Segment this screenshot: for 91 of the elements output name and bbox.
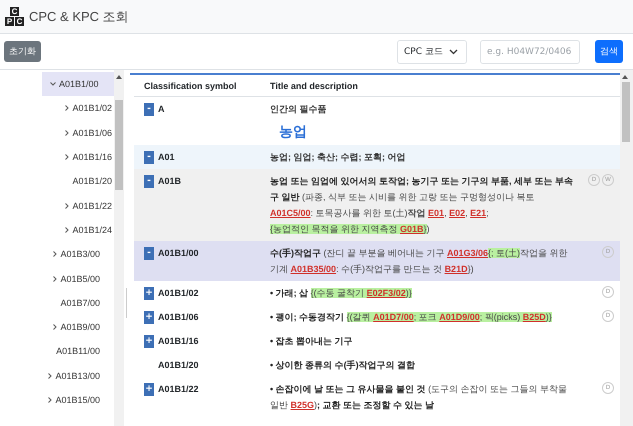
classification-symbol: A01B1/02 — [158, 287, 199, 300]
tree-item[interactable]: A01B3/00 — [0, 242, 114, 266]
toggle-button[interactable]: - — [144, 246, 154, 260]
table-row[interactable]: - A01 농업; 임업; 축산; 수렵; 포획; 어업 — [134, 145, 620, 169]
description-text: 농업; 임업; 축산; 수렵; 포획; 어업 — [270, 151, 406, 164]
tree-item[interactable]: A01B1/20 — [0, 169, 114, 194]
classification-symbol: A01 — [158, 151, 175, 164]
description-text: • 가래; 삽 {(수동 굴착기 E02F3/02)} — [270, 287, 413, 300]
tree-item[interactable]: A01B5/00 — [0, 266, 114, 291]
toggle-button[interactable]: + — [144, 382, 154, 396]
chevron-down-icon — [50, 82, 56, 86]
tree-item[interactable]: A01B11/00 — [0, 339, 114, 364]
highlighted-note: ; 포크 — [414, 312, 440, 322]
highlighted-note: ; 픽(picks) — [480, 312, 523, 322]
chevron-right-icon — [65, 226, 70, 233]
description-text: • 상이한 종류의 수(手)작업구의 결합 — [270, 359, 416, 372]
table-row[interactable]: - A 인간의 필수품 — [134, 97, 620, 121]
tree-item[interactable]: A01B1/06 — [0, 120, 114, 145]
highlighted-note: } — [424, 224, 427, 234]
column-header: Title and description — [270, 80, 359, 90]
chevron-right-icon — [48, 372, 52, 379]
chevron-right-icon — [53, 251, 58, 258]
description-text: 인간의 필수품 — [270, 103, 328, 116]
tree-item[interactable]: A01B1/00 — [42, 72, 114, 96]
logo-letter-tile: P — [5, 17, 14, 26]
scrollbar[interactable] — [114, 70, 124, 426]
tree-item[interactable]: A01B1/24 — [0, 218, 114, 242]
toggle-button[interactable]: - — [144, 102, 154, 116]
tree-item[interactable]: A01B1/02 — [0, 96, 114, 121]
search-field[interactable]: e.g. H04W72/0406 — [480, 40, 580, 64]
reference-link[interactable]: E02F3/02 — [366, 288, 406, 298]
highlighted-note: {(수동 굴착기 — [310, 288, 367, 298]
reference-link[interactable]: B25D — [522, 312, 546, 322]
reference-link[interactable]: A01B35/00 — [290, 264, 336, 274]
logo-letter-tile: C — [15, 17, 24, 26]
reference-link[interactable]: E02 — [449, 208, 466, 218]
highlighted-note: {; 토(土) — [488, 248, 520, 258]
reset-button[interactable]: 초기화 — [4, 41, 41, 62]
toggle-button[interactable]: + — [144, 286, 154, 300]
column-header: Classification symbol — [144, 80, 238, 90]
classification-symbol: A01B1/22 — [158, 383, 199, 396]
classification-symbol: A01B1/16 — [158, 335, 199, 348]
scroll-up-arrow-icon[interactable] — [622, 75, 628, 79]
description-text: • 손잡이에 날 또는 그 유사물을 붙인 것 (도구의 손잡이 또는 그들의 부착물 일반 B25G); 교환 또는 조정할 수 있는 날 — [270, 383, 568, 412]
chevron-right-icon — [65, 154, 70, 160]
tree-item[interactable]: A01B1/16 — [0, 144, 114, 170]
tree-item[interactable]: A01B13/00 — [0, 364, 114, 388]
chevron-down-icon — [449, 48, 458, 54]
description-text: • 잡초 뽑아내는 기구 — [270, 335, 354, 348]
reference-link[interactable]: B25G — [290, 400, 314, 410]
scrollbar-thumb[interactable] — [622, 82, 630, 142]
chevron-right-icon — [65, 130, 70, 136]
scroll-up-arrow-icon[interactable] — [116, 75, 122, 79]
scrollbar-thumb[interactable] — [115, 100, 123, 190]
chevron-right-icon — [53, 276, 58, 282]
classification-symbol: A01B — [158, 175, 182, 188]
toggle-button[interactable]: - — [144, 174, 154, 188]
table-row[interactable]: + A01B1/16 • 잡초 뽑아내는 기구 — [134, 329, 620, 353]
tree-item[interactable]: A01B9/00 — [0, 314, 114, 340]
table-row[interactable]: A01B1/20 • 상이한 종류의 수(手)작업구의 결합 — [134, 353, 620, 377]
search-button[interactable]: 검색 — [595, 40, 623, 63]
reference-link[interactable]: E21 — [470, 208, 486, 218]
section-heading: 농업 — [279, 124, 307, 140]
reference-link[interactable]: A01C5/00 — [270, 208, 311, 218]
chevron-right-icon — [53, 324, 58, 330]
toggle-button[interactable]: + — [144, 334, 154, 348]
scrollbar[interactable] — [620, 70, 633, 426]
description-text: 수(手)작업구 (잔디 끝 부분을 베어내는 기구 A01G3/06{; 토(土)작업을 위한 기계 A01B35/00: 수(手)작업구를 만드는 것 B21D}) — [270, 247, 569, 276]
toggle-button[interactable]: + — [144, 310, 154, 324]
description-text: 농업 또는 임업에 있어서의 토작업; 농기구 또는 기구의 부품, 세부 또는 부속구 일반 (파종, 식부 또는 시비를 위한 고랑 또는 구멍형성이나 복토 A01C5/00: 토목공사를 위한 토(土)작업 E01, E02, E21; {농업적인 목적을 위한 지역측정 G01B}) — [270, 175, 574, 236]
app-title: CPC & KPC 조회 — [29, 8, 129, 26]
tree-item[interactable]: A01B15/00 — [0, 388, 114, 412]
chevron-right-icon — [65, 202, 70, 209]
reference-link[interactable]: A01D9/00 — [439, 312, 480, 322]
chevron-right-icon — [48, 397, 52, 403]
reference-link[interactable]: A01G3/06 — [447, 248, 488, 258]
reference-link[interactable]: B21D — [444, 264, 468, 274]
code-type-select[interactable]: CPC 코드 — [397, 40, 467, 64]
classification-symbol: A — [158, 103, 164, 116]
reference-link[interactable]: E01 — [428, 208, 444, 218]
classification-symbol: A01B1/06 — [158, 311, 199, 324]
reference-link[interactable]: G01B — [400, 224, 424, 234]
reference-link[interactable]: A01D7/00 — [373, 312, 414, 322]
classification-symbol: A01B1/20 — [158, 359, 199, 372]
highlighted-note: {농업적인 목적을 위한 지역측정 — [270, 224, 400, 234]
classification-symbol: A01B1/00 — [158, 247, 199, 260]
tree-item[interactable]: A01B1/22 — [0, 193, 114, 218]
chevron-right-icon — [65, 105, 70, 112]
logo-letter-tile: C — [10, 7, 19, 16]
tree-item[interactable]: A01B7/00 — [0, 290, 114, 315]
toggle-button[interactable]: - — [144, 150, 154, 164]
